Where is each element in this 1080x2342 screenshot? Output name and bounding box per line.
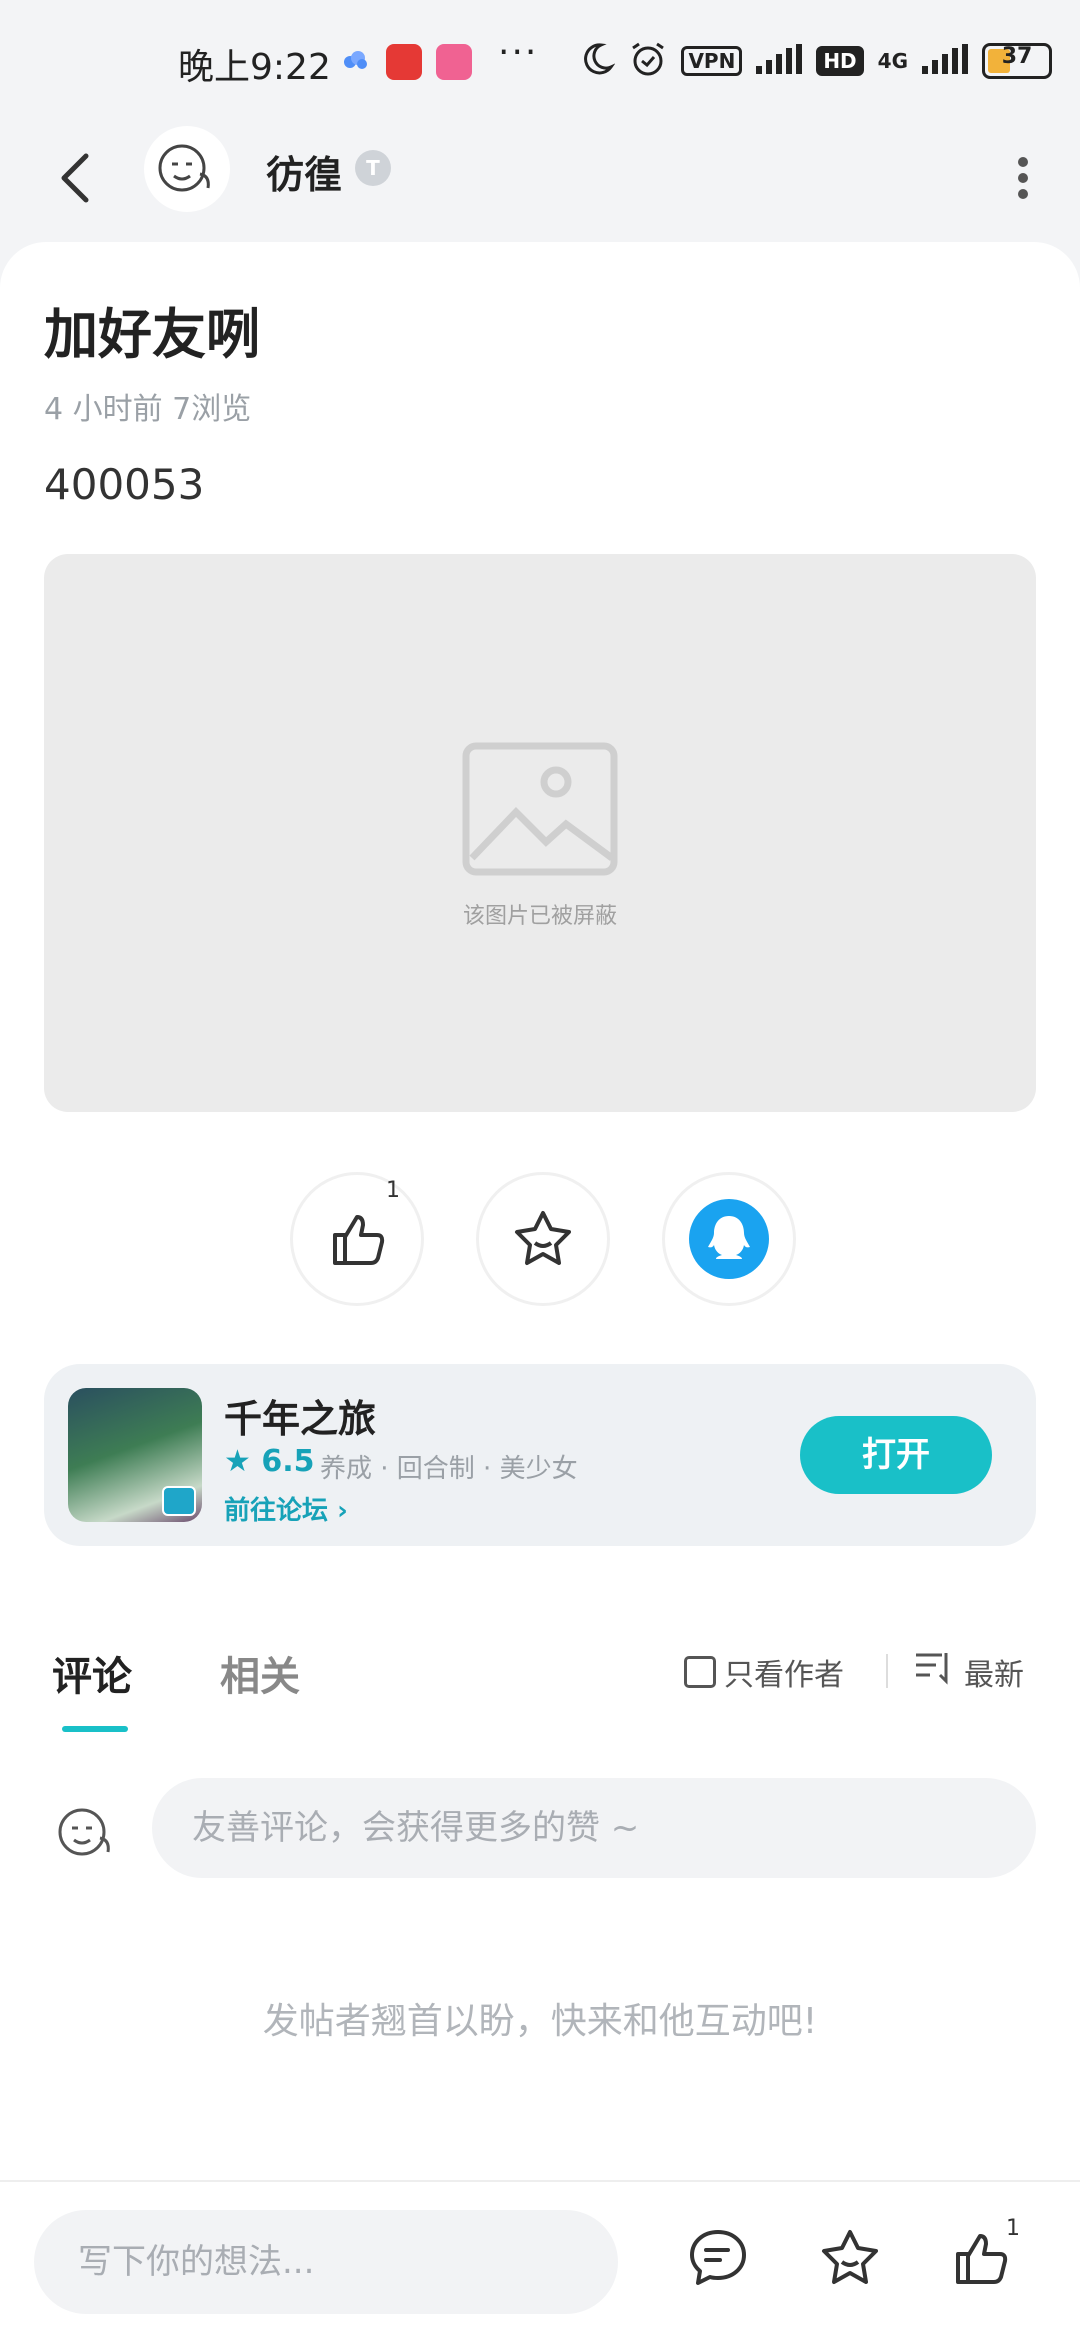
like-count: 1: [386, 1178, 400, 1203]
signal-icon: [756, 44, 803, 78]
post-body: 400053: [44, 460, 205, 509]
post-card: 加好友咧 4 小时前 7浏览 400053 该图片已被屏蔽 1 千年之旅 ★ 6…: [0, 242, 1080, 1602]
status-time: 晚上9:22: [178, 47, 331, 88]
open-game-button[interactable]: 打开: [800, 1416, 992, 1494]
status-bar: 晚上9:22 ··· VPN HD 4G 37: [0, 0, 1080, 120]
thumbs-up-icon: [956, 2234, 1008, 2284]
more-icon[interactable]: [1016, 148, 1030, 208]
sort-toggle[interactable]: 最新: [914, 1650, 1024, 1694]
more-notifications-icon: ···: [498, 32, 539, 73]
bilibili-tag-icon: [162, 1486, 196, 1516]
back-button[interactable]: [50, 142, 100, 212]
game-name: 千年之旅: [224, 1397, 377, 1441]
cloud-icon: [340, 48, 370, 76]
like-button[interactable]: [290, 1172, 424, 1306]
moon-icon: [579, 41, 616, 81]
game-tags: 养成 · 回合制 · 美少女: [320, 1454, 578, 1484]
comment-button[interactable]: [686, 2226, 750, 2290]
comment-icon: [690, 2230, 746, 2285]
divider: [886, 1654, 888, 1688]
thumbs-up-icon: [333, 1215, 385, 1265]
blocked-image[interactable]: 该图片已被屏蔽: [44, 554, 1036, 1112]
empty-comments-message: 发帖者翘首以盼，快来和他互动吧!: [262, 2001, 818, 2042]
forum-link-label: 前往论坛: [224, 1496, 329, 1526]
sort-icon: [914, 1651, 954, 1693]
bilibili-app-icon: [436, 44, 472, 80]
only-author-label: 只看作者: [724, 1658, 844, 1693]
avatar-face-icon: [58, 1808, 110, 1856]
alarm-icon: [629, 40, 667, 82]
thought-input[interactable]: 写下你的想法...: [34, 2210, 618, 2314]
game-rating: ★ 6.5: [224, 1444, 315, 1479]
level-badge: T: [355, 150, 391, 186]
status-right: VPN HD 4G 37: [579, 36, 1052, 86]
forum-link[interactable]: 前往论坛 ›: [224, 1490, 348, 1527]
battery-level: 37: [1001, 44, 1033, 69]
post-meta: 4 小时前 7浏览: [44, 392, 252, 427]
game-card[interactable]: 千年之旅 ★ 6.5 养成 · 回合制 · 美少女 前往论坛 › 打开: [44, 1364, 1036, 1546]
post-header: 彷徨 T: [0, 120, 1080, 240]
tab-indicator: [62, 1726, 128, 1732]
rating-value: 6.5: [261, 1444, 315, 1479]
vpn-badge: VPN: [681, 46, 743, 76]
image-placeholder-icon: [462, 742, 618, 880]
tab-comments[interactable]: 评论: [52, 1644, 132, 1702]
jump-app-icon: [386, 44, 422, 80]
chevron-right-icon: ›: [337, 1496, 348, 1526]
share-qq-button[interactable]: [662, 1172, 796, 1306]
star-icon: [822, 2230, 878, 2284]
qq-icon: [689, 1199, 769, 1279]
blocked-image-text: 该图片已被屏蔽: [462, 904, 617, 929]
like-bottom-button[interactable]: [950, 2226, 1014, 2290]
network-type: 4G: [877, 49, 908, 73]
tab-related[interactable]: 相关: [220, 1644, 300, 1702]
rating-star-icon: ★: [224, 1444, 251, 1479]
hd-badge: HD: [816, 46, 864, 76]
avatar-face-icon: [158, 144, 210, 192]
post-title: 加好友咧: [44, 303, 260, 366]
star-icon: [515, 1211, 571, 1265]
only-author-toggle[interactable]: 只看作者: [684, 1650, 844, 1694]
favorite-button[interactable]: [476, 1172, 610, 1306]
author-name[interactable]: 彷徨: [266, 144, 342, 199]
favorite-bottom-button[interactable]: [818, 2226, 882, 2290]
comments-section: 评论 相关 只看作者 最新 友善评论，会获得更多的赞 ~ 发帖者翘首以盼，快来和…: [0, 1602, 1080, 2180]
author-avatar[interactable]: [144, 126, 230, 212]
my-avatar: [52, 1798, 122, 1868]
only-author-checkbox[interactable]: [684, 1656, 716, 1688]
game-icon[interactable]: [68, 1388, 202, 1522]
signal-icon-2: [922, 44, 968, 78]
battery-icon: 37: [982, 43, 1052, 79]
bottom-like-count: 1: [1006, 2216, 1020, 2241]
comment-input[interactable]: 友善评论，会获得更多的赞 ~: [152, 1778, 1036, 1878]
sort-label: 最新: [964, 1658, 1024, 1693]
bottom-bar: 写下你的想法... 1: [0, 2180, 1080, 2342]
